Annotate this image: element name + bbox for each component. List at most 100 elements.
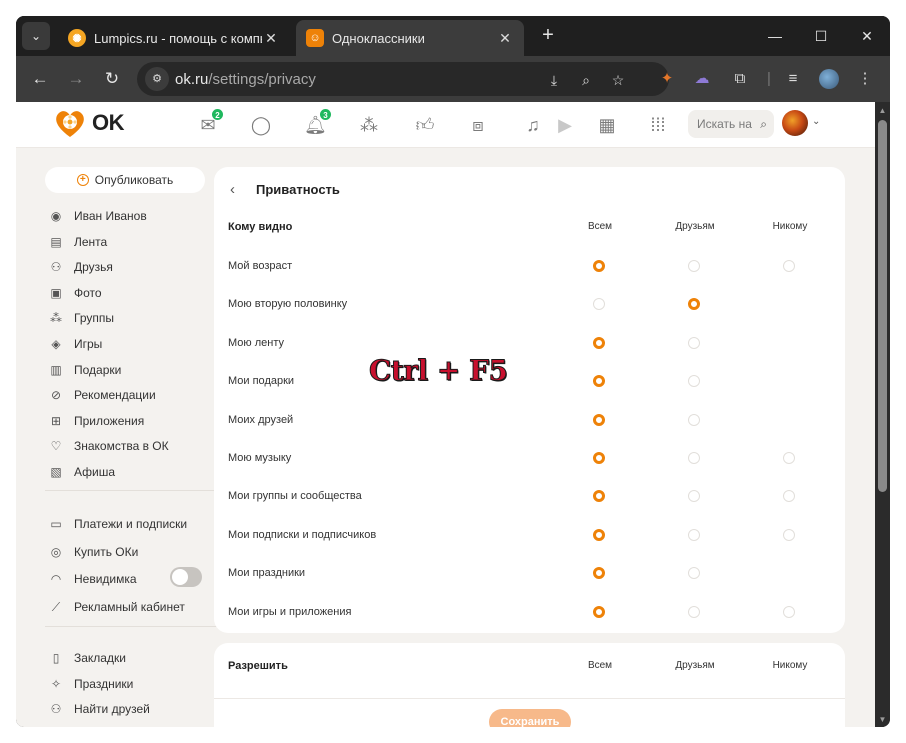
save-button[interactable]: Сохранить [489,709,571,727]
guests-footprints-icon[interactable]: ⁂ [358,114,380,136]
sidebar-item[interactable]: ▣ Фото [48,282,218,304]
sidebar-item[interactable]: ✧ Праздники [48,673,218,695]
privacy-radio-friends[interactable] [688,260,700,272]
publish-button[interactable]: + Опубликовать [45,167,205,193]
privacy-radio-everyone[interactable] [593,452,605,464]
privacy-header: ‹ Приватность [230,181,340,198]
page-scrollbar[interactable]: ▲ ▼ [875,102,890,727]
discussions-icon[interactable]: ◯ [250,114,272,136]
privacy-radio-friends[interactable] [688,567,700,580]
invisible-toggle[interactable] [170,567,202,587]
privacy-radio-everyone[interactable] [593,336,605,349]
privacy-radio-everyone[interactable] [593,567,605,580]
grid-menu-icon[interactable]: ⁞⁞⁞ [647,114,669,136]
privacy-radio-friends[interactable] [688,413,700,426]
forward-arrow-icon[interactable]: → [62,65,90,93]
privacy-radio-friends[interactable] [688,528,700,541]
privacy-radio-friends[interactable] [688,490,700,503]
sidebar-item[interactable]: ▯ Закладки [48,647,218,669]
privacy-radio-nobody[interactable] [783,528,795,541]
column-header-friends: Друзьям [675,660,715,671]
sidebar-item[interactable]: ⊞ Приложения [48,410,218,432]
privacy-radio-friends[interactable] [688,375,700,388]
toolbar-divider: | [767,70,771,87]
extensions-puzzle-icon[interactable]: ⧉ [727,66,753,92]
lumpics-favicon-icon: ✺ [68,29,86,47]
new-tab-button[interactable]: + [536,24,560,48]
sidebar-item[interactable]: ♡ Знакомства в ОК [48,435,218,457]
metamask-fox-icon[interactable]: ✦ [654,66,680,92]
sidebar-item[interactable]: ⊘ Рекомендации [48,384,218,406]
privacy-radio-everyone[interactable] [593,298,605,311]
bookmark-star-icon[interactable]: ☆ [607,69,629,91]
scroll-thumb[interactable] [878,120,887,492]
search-input[interactable]: Искать на ⌕ [688,110,774,138]
privacy-radio-nobody[interactable] [783,490,795,503]
tab-lumpics[interactable]: ✺ Lumpics.ru - помощь с компь ✕ [58,20,290,56]
privacy-radio-everyone[interactable] [593,528,605,541]
sidebar-item[interactable]: ◎ Купить ОКи [48,541,218,563]
likes-thumb-icon[interactable]: 👍︎ [414,114,436,136]
privacy-radio-friends[interactable] [688,452,700,464]
close-tab-icon[interactable]: ✕ [262,30,280,47]
scroll-down-arrow-icon[interactable]: ▼ [877,715,888,725]
sidebar-item[interactable]: ◙Модератор ОК [48,724,218,728]
user-avatar[interactable] [782,110,808,136]
back-chevron-icon[interactable]: ‹ [230,181,244,198]
scroll-up-arrow-icon[interactable]: ▲ [877,106,888,116]
close-window-button[interactable]: ✕ [844,22,890,50]
url-text[interactable]: ok.ru/settings/privacy [175,71,316,88]
browser-menu-icon[interactable]: ⋮ [852,66,878,92]
calendar-icon[interactable]: ▦ [596,114,618,136]
photo-icon: ▣ [50,285,62,300]
sidebar-item[interactable]: ⚇ Друзья [48,256,218,278]
maximize-button[interactable]: ☐ [798,22,844,50]
feed-icon: ▤ [50,234,62,249]
privacy-radio-everyone[interactable] [593,375,605,388]
sidebar-item[interactable]: ◉ Иван Иванов [48,205,218,227]
sidebar-item[interactable]: ⟋ Рекламный кабинет [48,596,218,618]
sidebar-item[interactable]: ▥ Подарки [48,359,218,381]
sidebar-item[interactable]: ▤ Лента [48,231,218,253]
sidebar-item[interactable]: ▭ Платежи и подписки [48,513,218,535]
privacy-radio-nobody[interactable] [783,605,795,618]
install-app-icon[interactable]: ⤓ [543,69,565,91]
privacy-radio-nobody[interactable] [783,260,795,272]
section-title-visibility: Кому видно [228,221,293,233]
reload-icon[interactable]: ↻ [98,65,126,93]
back-arrow-icon[interactable]: ← [26,65,54,93]
sidebar-item-label: Группы [74,311,114,326]
privacy-radio-friends[interactable] [688,605,700,618]
site-settings-icon[interactable]: ⚙ [145,67,169,91]
privacy-radio-everyone[interactable] [593,605,605,618]
media-controls-icon[interactable]: ≡ [780,66,806,92]
sidebar-item[interactable]: ◈ Игры [48,333,218,355]
friends-icon: ⚇ [50,260,62,275]
sidebar-item-label: Невидимка [74,572,137,586]
sidebar-item[interactable]: ▧ Афиша [48,461,218,483]
chevron-down-icon[interactable]: ⌄ [812,116,820,127]
tab-odnoklassniki[interactable]: ☺ Одноклассники ✕ [296,20,524,56]
search-icon[interactable]: ⌕ [760,110,767,138]
privacy-radio-friends[interactable] [688,336,700,349]
sidebar-item-label: Закладки [74,651,126,665]
video-play-icon[interactable]: ▶ [554,114,576,136]
privacy-radio-everyone[interactable] [593,260,605,272]
music-note-icon[interactable]: ♫ [522,114,544,136]
ghost-extension-icon[interactable]: ☁ [689,66,715,92]
ok-logo[interactable]: OK [52,107,125,139]
video-camera-icon[interactable]: ⧈ [467,114,489,136]
privacy-radio-everyone[interactable] [593,490,605,503]
privacy-row-label: Мою ленту [228,336,284,349]
minimize-button[interactable]: — [752,22,798,50]
close-tab-icon[interactable]: ✕ [496,30,514,47]
tab-search-chevron-icon[interactable]: ⌄ [22,22,50,50]
profile-avatar-icon[interactable] [816,66,842,92]
sidebar-item[interactable]: ⚇ Найти друзей [48,698,218,720]
zoom-icon[interactable]: ⌕ [575,69,597,91]
sidebar-item[interactable]: ⁂ Группы [48,307,218,329]
privacy-radio-nobody[interactable] [783,452,795,464]
privacy-radio-everyone[interactable] [593,413,605,426]
address-bar[interactable]: ⚙ ok.ru/settings/privacy ⤓ ⌕ ☆ [137,62,669,96]
privacy-radio-friends[interactable] [688,298,700,311]
